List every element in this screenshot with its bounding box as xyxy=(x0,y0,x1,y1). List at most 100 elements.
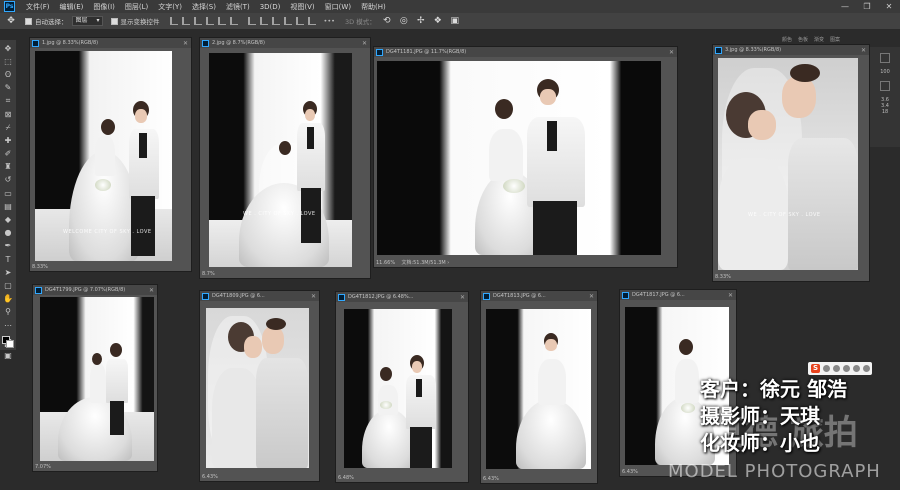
scale-3d-icon[interactable]: ▣ xyxy=(449,16,461,27)
restore-icon[interactable]: ❐ xyxy=(860,1,874,12)
align-top-icon[interactable] xyxy=(169,17,178,25)
menu-filter[interactable]: 滤镜(T) xyxy=(221,2,255,12)
document-tab[interactable]: 1.jpg @ 8.33%(RGB/8) ✕ xyxy=(30,38,191,48)
align-right-icon[interactable] xyxy=(229,17,238,25)
document-title: DG4T1181.JPG @ 11.7%(RGB/8) xyxy=(386,49,467,55)
document-tab[interactable]: 2.jpg @ 8.7%(RGB/8) ✕ xyxy=(200,38,370,48)
ime-voice-icon[interactable] xyxy=(843,365,850,372)
history-brush-tool-icon[interactable]: ↺ xyxy=(3,175,13,185)
auto-select-dropdown[interactable]: 图层 xyxy=(71,16,103,26)
menu-type[interactable]: 文字(Y) xyxy=(153,2,187,12)
ime-mode-icon[interactable] xyxy=(823,365,830,372)
close-icon[interactable]: ✕ xyxy=(728,292,733,299)
distribute-middle-icon[interactable] xyxy=(259,17,268,25)
more-options-icon[interactable]: ••• xyxy=(324,17,336,25)
more-tools-icon[interactable]: ⋯ xyxy=(3,321,13,331)
brush-tool-icon[interactable]: ✐ xyxy=(3,149,13,159)
document-window-5[interactable]: DG4T1799.JPG @ 7.07%(RGB/8) ✕ 7.07% xyxy=(32,284,158,472)
distribute-bottom-icon[interactable] xyxy=(271,17,280,25)
menu-edit[interactable]: 编辑(E) xyxy=(55,2,89,12)
align-bottom-icon[interactable] xyxy=(193,17,202,25)
roll-3d-icon[interactable]: ◎ xyxy=(398,16,410,27)
align-buttons xyxy=(169,17,238,25)
document-window-8[interactable]: DG4T1813.JPG @ 6... ✕ 6.43% xyxy=(480,290,598,484)
properties-icon[interactable] xyxy=(880,53,890,63)
document-tab[interactable]: 3.jpg @ 8.33%(RGB/8) ✕ xyxy=(713,45,869,55)
input-method-bar[interactable]: S xyxy=(808,362,872,375)
dodge-tool-icon[interactable]: ● xyxy=(3,228,13,238)
blur-tool-icon[interactable]: ◆ xyxy=(3,215,13,225)
close-icon[interactable]: ✕ xyxy=(460,294,465,301)
slide-3d-icon[interactable]: ❖ xyxy=(432,16,444,27)
shape-tool-icon[interactable]: ▢ xyxy=(3,281,13,291)
menu-view[interactable]: 视图(V) xyxy=(285,2,319,12)
ps-file-icon xyxy=(35,286,42,294)
eraser-tool-icon[interactable]: ▭ xyxy=(3,189,13,199)
crop-tool-icon[interactable]: ⌗ xyxy=(3,96,13,106)
close-icon[interactable]: ✕ xyxy=(882,1,896,12)
drag-3d-icon[interactable]: ✢ xyxy=(415,16,427,27)
document-window-1[interactable]: 1.jpg @ 8.33%(RGB/8) ✕ WELCOME CITY OF SK… xyxy=(29,37,192,272)
close-icon[interactable]: ✕ xyxy=(669,49,674,56)
healing-tool-icon[interactable]: ✚ xyxy=(3,136,13,146)
align-left-icon[interactable] xyxy=(205,17,214,25)
menu-3d[interactable]: 3D(D) xyxy=(255,3,286,11)
ime-skin-icon[interactable] xyxy=(863,365,870,372)
frame-tool-icon[interactable]: ⊠ xyxy=(3,110,13,120)
zoom-level: 7.07% xyxy=(35,464,51,470)
ime-punct-icon[interactable] xyxy=(833,365,840,372)
menu-layer[interactable]: 图层(L) xyxy=(120,2,153,12)
menu-select[interactable]: 选择(S) xyxy=(187,2,221,12)
close-icon[interactable]: ✕ xyxy=(311,293,316,300)
menu-image[interactable]: 图像(I) xyxy=(88,2,120,12)
zoom-tool-icon[interactable]: ⚲ xyxy=(3,307,13,317)
document-tab[interactable]: DG4T1817.JPG @ 6... ✕ xyxy=(620,290,736,300)
align-center-icon[interactable] xyxy=(217,17,226,25)
close-icon[interactable]: ✕ xyxy=(362,40,367,47)
orbit-3d-icon[interactable]: ⟲ xyxy=(381,16,393,27)
type-tool-icon[interactable]: T xyxy=(3,255,13,265)
auto-select-checkbox[interactable] xyxy=(25,17,32,25)
screen-mode-icon[interactable]: ▣ xyxy=(3,351,13,361)
quick-select-tool-icon[interactable]: ✎ xyxy=(3,83,13,93)
document-window-4[interactable]: 3.jpg @ 8.33%(RGB/8) ✕ WE . CITY OF SKY .… xyxy=(712,44,870,282)
document-tab[interactable]: DG4T1181.JPG @ 11.7%(RGB/8) ✕ xyxy=(374,47,677,57)
marquee-tool-icon[interactable]: ⬚ xyxy=(3,57,13,67)
minimize-icon[interactable]: — xyxy=(838,1,852,12)
clone-stamp-tool-icon[interactable]: ♜ xyxy=(3,162,13,172)
document-tab[interactable]: DG4T1813.JPG @ 6... ✕ xyxy=(481,291,597,301)
path-select-tool-icon[interactable]: ➤ xyxy=(3,268,13,278)
distribute-left-icon[interactable] xyxy=(283,17,292,25)
document-tab[interactable]: DG4T1812.JPG @ 6.48%... ✕ xyxy=(336,292,468,302)
document-window-2[interactable]: 2.jpg @ 8.7%(RGB/8) ✕ WE . CITY OF SKY . … xyxy=(199,37,371,279)
close-icon[interactable]: ✕ xyxy=(861,47,866,54)
menu-file[interactable]: 文件(F) xyxy=(21,2,55,12)
background-color-swatch[interactable] xyxy=(6,340,14,349)
distribute-center-icon[interactable] xyxy=(295,17,304,25)
pen-tool-icon[interactable]: ✒ xyxy=(3,241,13,251)
document-window-3[interactable]: DG4T1181.JPG @ 11.7%(RGB/8) ✕ 11.66% 文档:5… xyxy=(373,46,678,268)
sogou-ime-icon[interactable]: S xyxy=(811,364,820,373)
distribute-right-icon[interactable] xyxy=(307,17,316,25)
show-transform-checkbox[interactable] xyxy=(110,17,118,25)
gradient-tool-icon[interactable]: ▤ xyxy=(3,202,13,212)
distribute-top-icon[interactable] xyxy=(247,17,256,25)
photoshop-logo-icon[interactable]: Ps xyxy=(4,1,15,12)
lasso-tool-icon[interactable]: ʘ xyxy=(3,70,13,80)
document-window-6[interactable]: DG4T1809.JPG @ 6... ✕ 6.43% xyxy=(199,290,320,482)
move-tool-icon[interactable]: ✥ xyxy=(3,44,13,54)
document-tab[interactable]: DG4T1809.JPG @ 6... ✕ xyxy=(200,291,319,301)
document-window-7[interactable]: DG4T1812.JPG @ 6.48%... ✕ 6.48% xyxy=(335,291,469,483)
hand-tool-icon[interactable]: ✋ xyxy=(3,294,13,304)
ime-keyboard-icon[interactable] xyxy=(853,365,860,372)
menu-help[interactable]: 帮助(H) xyxy=(356,2,391,12)
adjustments-icon[interactable] xyxy=(880,81,890,91)
align-middle-icon[interactable] xyxy=(181,17,190,25)
close-icon[interactable]: ✕ xyxy=(589,293,594,300)
close-icon[interactable]: ✕ xyxy=(183,40,188,47)
close-icon[interactable]: ✕ xyxy=(149,287,154,294)
menu-window[interactable]: 窗口(W) xyxy=(320,2,356,12)
move-tool-icon[interactable]: ✥ xyxy=(5,16,17,27)
eyedropper-tool-icon[interactable]: ⌿ xyxy=(3,123,13,133)
document-tab[interactable]: DG4T1799.JPG @ 7.07%(RGB/8) ✕ xyxy=(33,285,157,295)
